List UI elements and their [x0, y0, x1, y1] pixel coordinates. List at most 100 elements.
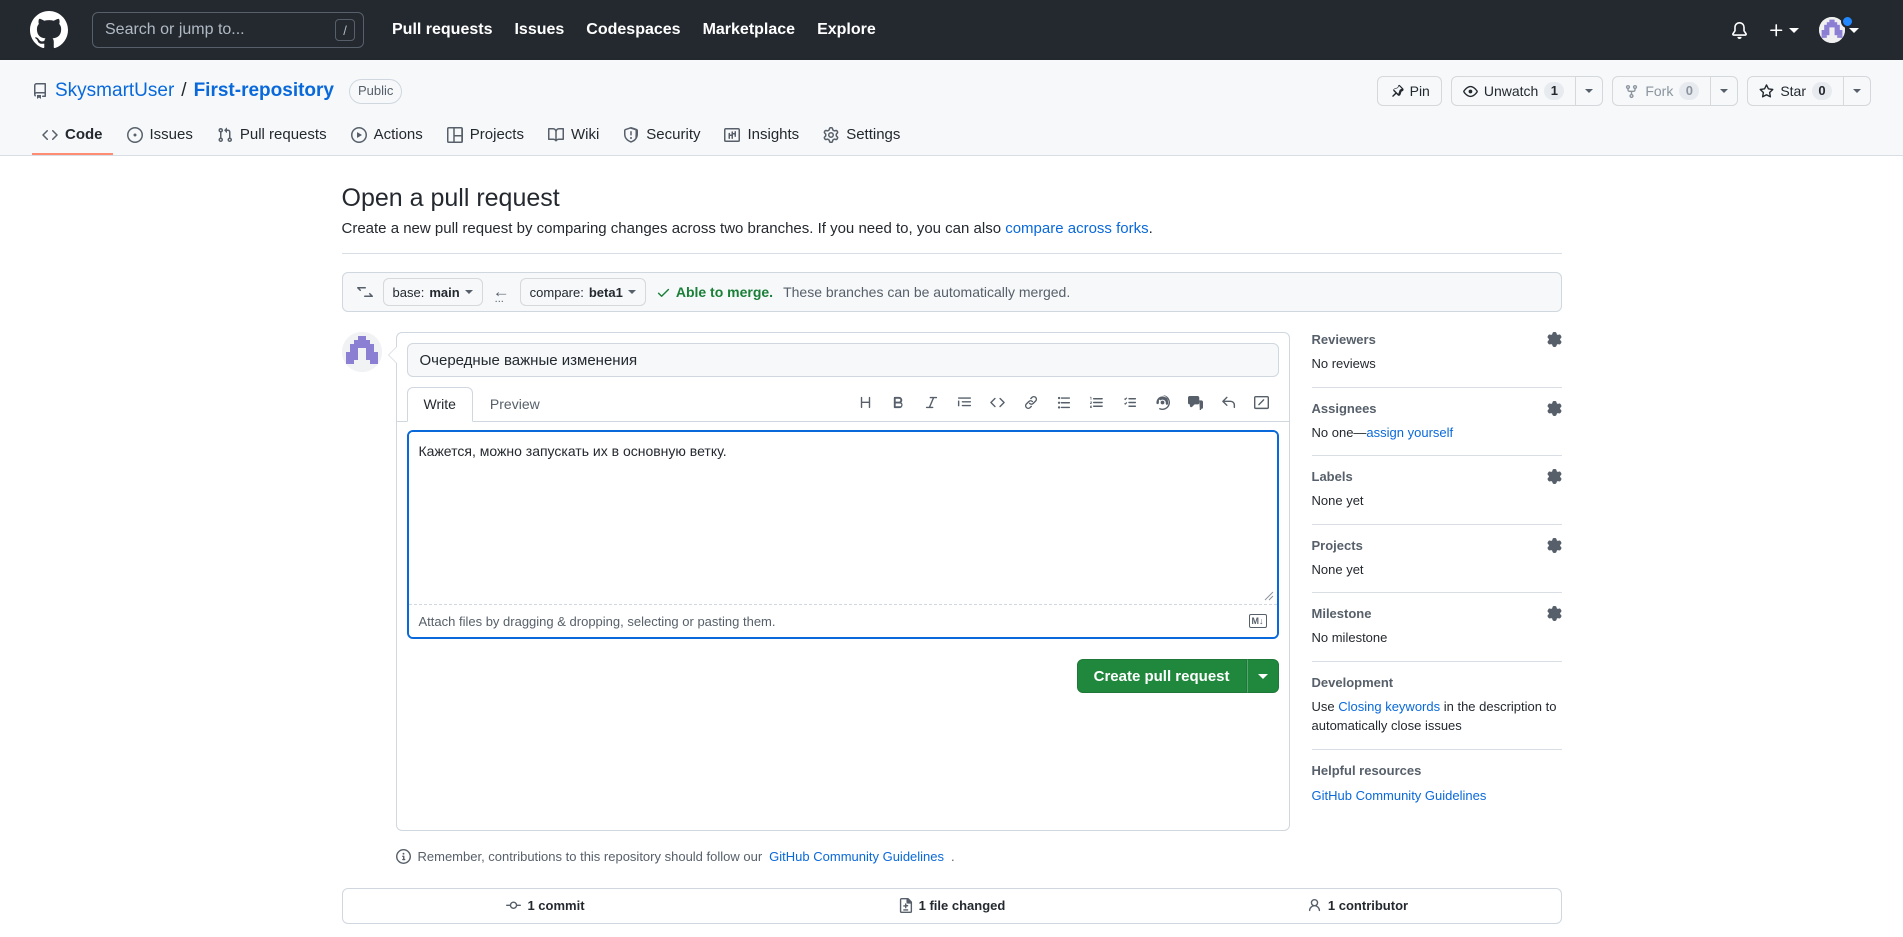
heading-icon[interactable] [855, 391, 877, 413]
github-logo-icon[interactable] [30, 11, 68, 49]
assignees-value: No one—assign yourself [1312, 423, 1562, 443]
create-pull-request-button[interactable]: Create pull request [1076, 659, 1247, 693]
base-branch-selector[interactable]: base: main [382, 278, 483, 306]
pin-button[interactable]: Pin [1376, 76, 1442, 106]
nav-pull-requests[interactable]: Pull requests [392, 21, 492, 39]
main-content: Open a pull request Create a new pull re… [0, 156, 1903, 924]
create-new-menu[interactable] [1768, 22, 1799, 39]
link-icon[interactable] [1020, 391, 1042, 413]
nav-explore[interactable]: Explore [817, 21, 876, 39]
base-label: base: [392, 284, 425, 300]
repo-icon [32, 83, 48, 99]
gear-icon[interactable] [1547, 469, 1562, 484]
repo-name-link[interactable]: First-repository [194, 80, 334, 102]
fork-button[interactable]: Fork 0 [1612, 76, 1712, 106]
unordered-list-icon[interactable] [1053, 391, 1075, 413]
attach-files-row[interactable]: Attach files by dragging & dropping, sel… [408, 604, 1277, 637]
tab-preview[interactable]: Preview [473, 387, 557, 422]
page-title: Open a pull request [341, 184, 560, 212]
sidebar-section-helpful-resources: Helpful resources GitHub Community Guide… [1312, 763, 1562, 818]
repository-actions: Pin Unwatch 1 Fork 0 Star 0 [1376, 76, 1871, 106]
check-icon [657, 288, 669, 297]
tab-pull-requests[interactable]: Pull requests [207, 118, 337, 155]
closing-keywords-link[interactable]: Closing keywords [1338, 699, 1440, 714]
tab-actions[interactable]: Actions [341, 118, 433, 155]
reply-icon[interactable] [1218, 391, 1240, 413]
code-icon[interactable] [987, 391, 1009, 413]
user-avatar-menu[interactable] [1819, 15, 1859, 43]
repository-header: SkysmartUser / First-repository Public P… [0, 60, 1903, 156]
nav-codespaces[interactable]: Codespaces [586, 21, 680, 39]
markdown-badge-text: M [1251, 615, 1260, 626]
reviewers-title: Reviewers [1311, 332, 1376, 347]
italic-icon[interactable] [921, 391, 943, 413]
tab-projects-label: Projects [469, 126, 524, 143]
resize-grip-icon[interactable] [1264, 591, 1274, 601]
compare-across-forks-link[interactable]: compare across forks [1005, 220, 1148, 237]
pr-title-input[interactable] [406, 343, 1279, 377]
tab-write[interactable]: Write [406, 387, 473, 422]
sidebar-section-milestone: Milestone No milestone [1311, 606, 1562, 662]
slash-commands-icon[interactable] [1251, 391, 1273, 413]
tab-settings[interactable]: Settings [813, 118, 910, 155]
tab-security-label: Security [646, 126, 701, 143]
status-indicator-dot [1841, 15, 1854, 28]
assignees-title: Assignees [1311, 400, 1377, 416]
chevron-down-icon [464, 290, 473, 294]
sidebar-section-development: Development Use Closing keywords in the … [1311, 675, 1562, 750]
assignees-none-label: No one— [1311, 424, 1367, 440]
notifications-bell-icon[interactable] [1731, 21, 1748, 39]
ordered-list-icon[interactable] [1086, 391, 1108, 413]
unwatch-button[interactable]: Unwatch 1 [1450, 76, 1577, 106]
files-changed-stat[interactable]: 1 file changed [749, 898, 1155, 913]
nav-issues[interactable]: Issues [514, 21, 564, 39]
gear-icon[interactable] [1547, 332, 1562, 347]
quote-icon[interactable] [954, 391, 976, 413]
tab-insights[interactable]: Insights [714, 118, 809, 155]
gear-icon[interactable] [1547, 606, 1562, 621]
fork-dropdown-button[interactable] [1711, 76, 1739, 106]
compare-branch-selector[interactable]: compare: beta1 [519, 278, 646, 306]
fork-split-button: Fork 0 [1612, 76, 1739, 106]
task-list-icon[interactable] [1119, 391, 1141, 413]
labels-title: Labels [1311, 469, 1353, 484]
markdown-supported-icon[interactable]: M ↓ [1248, 614, 1267, 628]
file-diff-icon [899, 898, 912, 913]
community-guidelines-link[interactable]: GitHub Community Guidelines [769, 849, 944, 864]
repo-owner-link[interactable]: SkysmartUser [55, 80, 174, 102]
mention-icon[interactable] [1152, 391, 1174, 413]
commit-icon [506, 901, 522, 910]
reference-icon[interactable] [1185, 391, 1207, 413]
tab-security[interactable]: Security [613, 118, 710, 155]
assign-yourself-link[interactable]: assign yourself [1366, 425, 1453, 440]
compare-branch-name: beta1 [588, 284, 623, 300]
visibility-badge: Public [349, 78, 403, 104]
star-button[interactable]: Star 0 [1747, 76, 1844, 106]
comment-form-box: Write Preview [387, 332, 1290, 831]
attach-files-label: Attach files by dragging & dropping, sel… [418, 613, 776, 629]
tab-wiki[interactable]: Wiki [538, 118, 609, 155]
nav-marketplace[interactable]: Marketplace [703, 21, 796, 39]
gear-icon[interactable] [1547, 537, 1562, 553]
development-prefix: Use [1311, 698, 1339, 714]
pr-body-textarea[interactable] [408, 432, 1277, 604]
tab-code[interactable]: Code [32, 118, 113, 155]
github-community-guidelines-link[interactable]: GitHub Community Guidelines [1312, 788, 1487, 803]
branch-compare-bar: base: main ←... compare: beta1 Able to mer… [341, 272, 1562, 312]
tab-issues[interactable]: Issues [117, 118, 203, 155]
commits-stat[interactable]: 1 commit [343, 898, 749, 913]
page-subtitle-end: . [1148, 220, 1153, 237]
contributors-stat[interactable]: 1 contributor [1155, 898, 1561, 913]
pull-request-stats: 1 commit 1 file changed 1 contributor [341, 887, 1562, 924]
tab-projects[interactable]: Projects [437, 118, 534, 155]
files-changed-stat-label: 1 file changed [918, 898, 1006, 913]
search-input[interactable]: Search or jump to... / [92, 12, 364, 48]
gear-icon[interactable] [1547, 400, 1562, 416]
star-count: 0 [1812, 82, 1832, 100]
star-dropdown-button[interactable] [1844, 76, 1871, 106]
watch-dropdown-button[interactable] [1576, 76, 1604, 106]
bold-icon[interactable] [888, 391, 910, 413]
commits-stat-label: 1 commit [527, 898, 585, 913]
repository-nav: Code Issues Pull requests Actions Projec… [32, 118, 1871, 155]
create-pull-request-dropdown[interactable] [1246, 659, 1279, 693]
